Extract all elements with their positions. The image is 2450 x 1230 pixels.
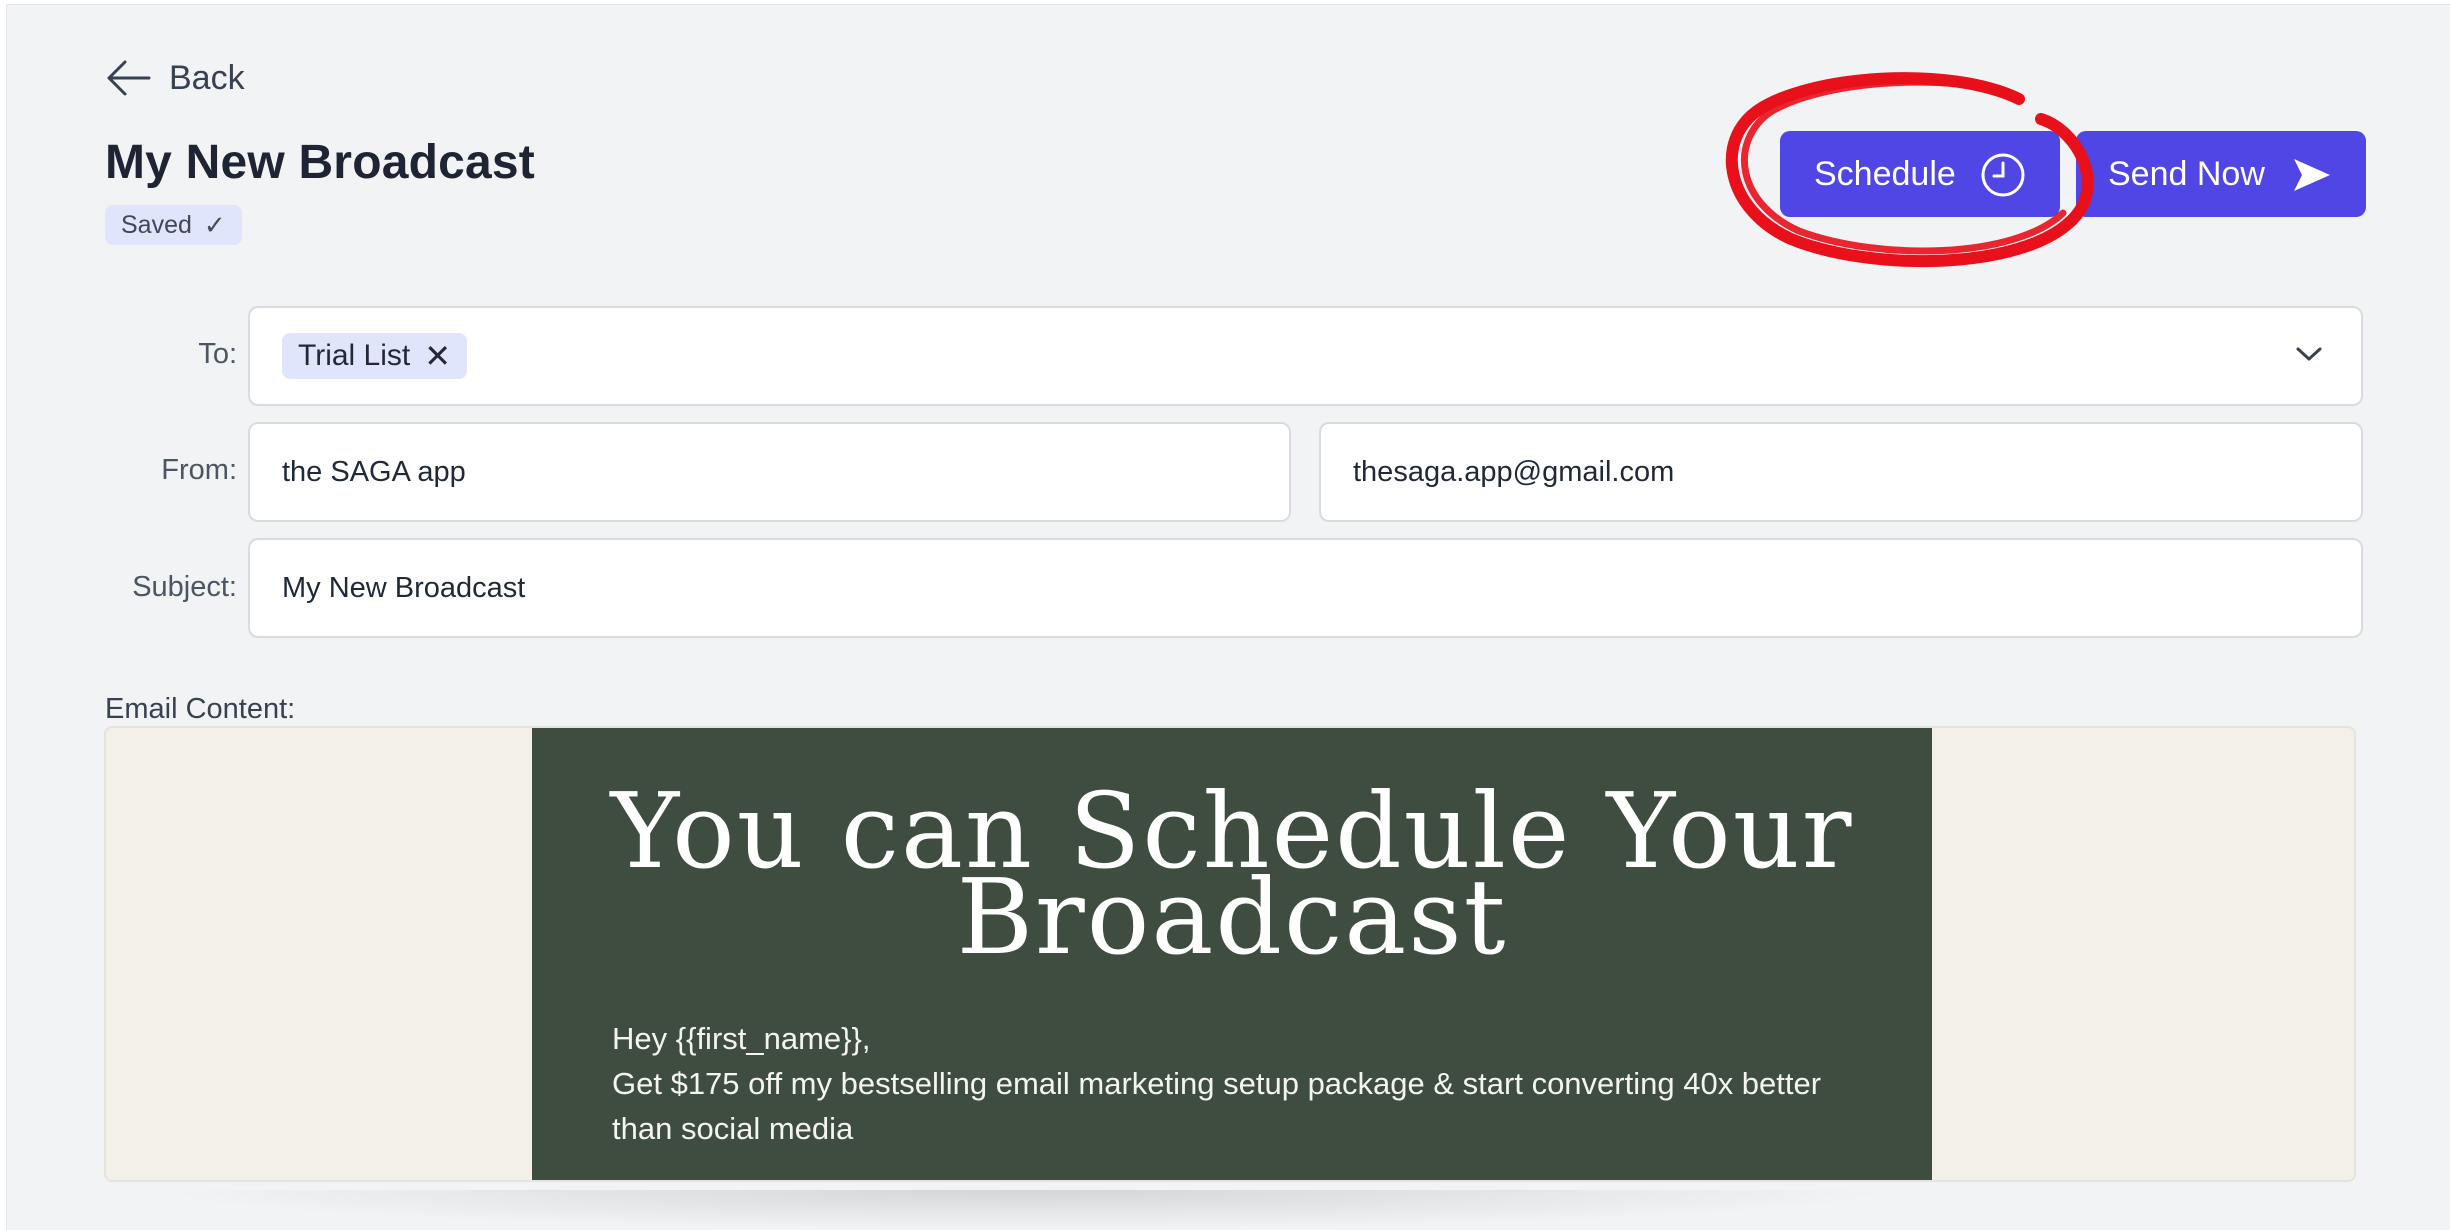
subject-label: Subject: [132,571,237,603]
recipient-tag: Trial List ✕ [282,333,468,379]
from-email-input[interactable]: thesaga.app@gmail.com [1319,422,2363,522]
recipients-select[interactable]: Trial List ✕ [248,306,2363,406]
arrow-left-icon [107,60,151,96]
email-card: You can Schedule Your Broadcast Hey {{fi… [532,728,1932,1180]
email-content-label: Email Content: [105,693,296,725]
email-body-text: Get $175 off my bestselling email market… [612,1066,1822,1146]
page-title: My New Broadcast [105,136,535,189]
back-label: Back [169,58,245,97]
email-heading: You can Schedule Your Broadcast [610,770,1854,978]
send-now-button[interactable]: Send Now [2076,131,2366,217]
preview-shadow [150,1190,1900,1230]
email-preview[interactable]: You can Schedule Your Broadcast Hey {{fi… [104,726,2356,1182]
paper-plane-icon [2294,159,2330,191]
to-label: To: [198,338,237,370]
saved-badge: Saved ✓ [105,205,242,245]
email-greeting: Hey {{first_name}}, [612,1021,871,1056]
checkmark-icon: ✓ [203,209,226,240]
remove-tag-icon[interactable]: ✕ [424,337,451,375]
recipient-tag-label: Trial List [298,339,411,372]
email-body: Hey {{first_name}}, Get $175 off my best… [612,1016,1862,1151]
schedule-button[interactable]: Schedule [1780,131,2060,217]
back-link[interactable]: Back [105,55,245,101]
saved-label: Saved [121,210,192,239]
send-now-label: Send Now [2108,154,2265,193]
subject-input[interactable]: My New Broadcast [248,538,2363,638]
from-name-input[interactable]: the SAGA app [248,422,1291,522]
clock-icon [1981,153,2025,197]
from-label: From: [161,454,237,486]
chevron-down-icon[interactable] [2295,344,2323,364]
schedule-label: Schedule [1814,154,1956,193]
